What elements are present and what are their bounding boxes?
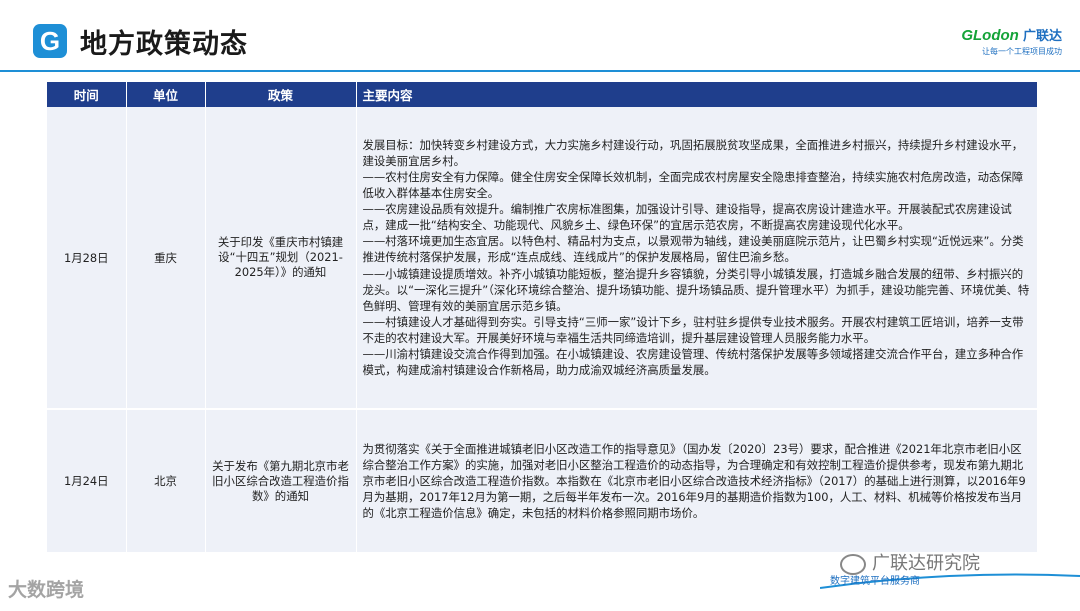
footer-tagline: 数字建筑平台服务商 xyxy=(830,576,920,587)
cell-content: 为贯彻落实《关于全面推进城镇老旧小区改造工作的指导意见》（国办发〔2020〕23… xyxy=(356,409,1038,554)
page-title: 地方政策动态 xyxy=(80,29,248,60)
brand-logo: GLodon 广联达 让每一个工程项目成功 xyxy=(912,28,1062,57)
glodon-g-logo-icon: G xyxy=(33,24,67,58)
cell-time: 1月28日 xyxy=(47,107,127,410)
table-row: 1月24日 北京 关于发布《第九期北京市老旧小区综合改造工程造价指数》的通知 为… xyxy=(47,409,1038,554)
table-header-row: 时间 单位 政策 主要内容 xyxy=(47,82,1038,107)
cell-policy: 关于印发《重庆市村镇建设“十四五”规划（2021-2025年）》的通知 xyxy=(205,107,357,410)
brand-slogan: 让每一个工程项目成功 xyxy=(982,47,1062,56)
cell-policy: 关于发布《第九期北京市老旧小区综合改造工程造价指数》的通知 xyxy=(205,409,357,554)
column-header-unit: 单位 xyxy=(126,82,206,107)
watermark: 大数跨境 xyxy=(8,579,85,601)
header-divider xyxy=(0,70,1080,72)
policy-table: 时间 单位 政策 主要内容 1月28日 重庆 关于印发《重庆市村镇建设“十四五”… xyxy=(47,82,1038,554)
cell-unit: 重庆 xyxy=(126,107,206,410)
wechat-account-name: 广联达研究院 xyxy=(872,553,980,574)
brand-latin: GLodon xyxy=(961,27,1019,44)
cell-unit: 北京 xyxy=(126,409,206,554)
slide-header: G 地方政策动态 GLodon 广联达 让每一个工程项目成功 xyxy=(0,0,1080,72)
table-row: 1月28日 重庆 关于印发《重庆市村镇建设“十四五”规划（2021-2025年）… xyxy=(47,107,1038,410)
brand-cn: 广联达 xyxy=(1022,28,1062,43)
column-header-content: 主要内容 xyxy=(356,82,1038,107)
cell-time: 1月24日 xyxy=(47,409,127,554)
column-header-policy: 政策 xyxy=(205,82,357,107)
cell-content: 发展目标：加快转变乡村建设方式，大力实施乡村建设行动，巩固拓展脱贫攻坚成果，全面… xyxy=(356,107,1038,410)
column-header-time: 时间 xyxy=(47,82,127,107)
